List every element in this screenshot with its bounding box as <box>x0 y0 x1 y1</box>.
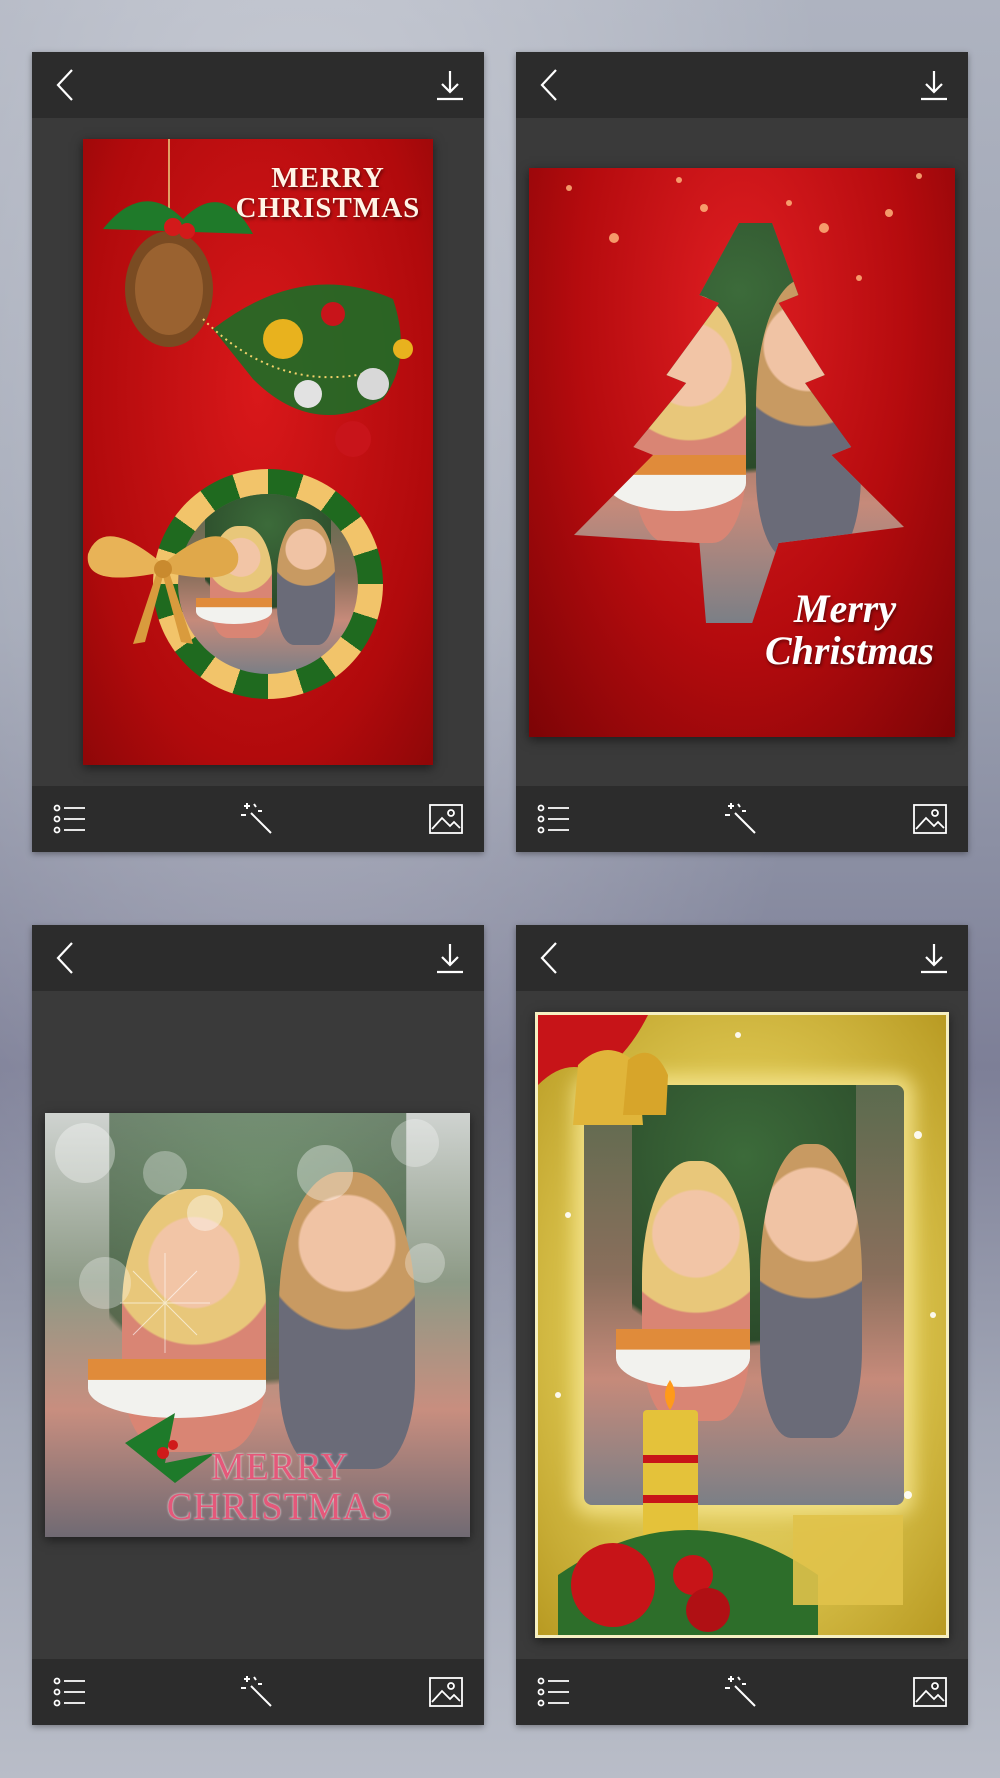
christmas-card-wreath[interactable]: MERRY CHRISTMAS <box>83 139 433 765</box>
image-icon[interactable] <box>428 803 464 835</box>
magic-wand-icon[interactable] <box>238 1674 278 1710</box>
christmas-card-gold[interactable] <box>535 1012 949 1638</box>
chevron-left-icon[interactable] <box>530 938 570 978</box>
top-toolbar <box>32 925 484 991</box>
chevron-left-icon[interactable] <box>46 65 86 105</box>
chevron-left-icon[interactable] <box>530 65 570 105</box>
list-icon[interactable] <box>52 1674 88 1710</box>
top-toolbar <box>516 925 968 991</box>
magic-wand-icon[interactable] <box>238 801 278 837</box>
top-toolbar <box>32 52 484 118</box>
top-toolbar <box>516 52 968 118</box>
image-icon[interactable] <box>912 1676 948 1708</box>
bottom-toolbar <box>32 1659 484 1725</box>
screen-3: MERRY CHRISTMAS <box>32 925 484 1725</box>
bottom-toolbar <box>516 786 968 852</box>
greeting-text: Merry Christmas <box>765 586 934 673</box>
list-icon[interactable] <box>52 801 88 837</box>
download-icon[interactable] <box>430 938 470 978</box>
chevron-left-icon[interactable] <box>46 938 86 978</box>
bottom-toolbar <box>516 1659 968 1725</box>
gold-bow <box>87 536 239 644</box>
magic-wand-icon[interactable] <box>722 801 762 837</box>
greeting-text: MERRY CHRISTMAS <box>166 1446 394 1528</box>
screen-2: Merry Christmas <box>516 52 968 852</box>
gold-ornaments <box>538 1015 936 1635</box>
list-icon[interactable] <box>536 801 572 837</box>
image-icon[interactable] <box>912 803 948 835</box>
bottom-toolbar <box>32 786 484 852</box>
screen-1: MERRY CHRISTMAS <box>32 52 484 852</box>
christmas-card-bokeh[interactable]: MERRY CHRISTMAS <box>45 1113 470 1537</box>
download-icon[interactable] <box>914 938 954 978</box>
christmas-card-tree[interactable]: Merry Christmas <box>529 168 955 737</box>
screen-4 <box>516 925 968 1725</box>
ornament-garland <box>103 139 413 457</box>
magic-wand-icon[interactable] <box>722 1674 762 1710</box>
list-icon[interactable] <box>536 1674 572 1710</box>
download-icon[interactable] <box>914 65 954 105</box>
image-icon[interactable] <box>428 1676 464 1708</box>
download-icon[interactable] <box>430 65 470 105</box>
